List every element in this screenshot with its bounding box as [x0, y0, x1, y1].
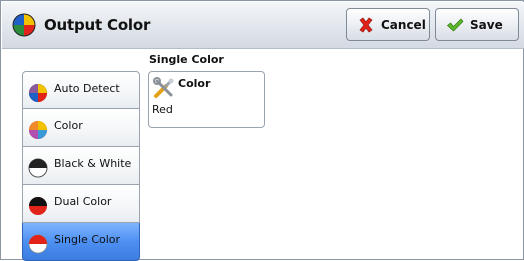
option-black-white[interactable]: Black & White [22, 147, 140, 185]
save-button-label: Save [470, 17, 503, 32]
color-wheel-icon [29, 121, 47, 139]
option-color[interactable]: Color [22, 109, 140, 147]
red-x-icon [359, 17, 373, 32]
color-setting-tile[interactable]: Color Red [148, 71, 265, 128]
option-single-color[interactable]: Single Color [22, 223, 140, 261]
cancel-button[interactable]: Cancel [346, 8, 430, 41]
color-tile-value: Red [152, 103, 173, 116]
green-check-icon [446, 17, 464, 31]
dialog-header: Output Color Cancel Save [2, 2, 524, 49]
dialog-title: Output Color [12, 12, 150, 38]
single-color-section-label: Single Color [149, 53, 224, 66]
auto-detect-icon [29, 84, 47, 102]
color-wheel-icon [12, 13, 36, 37]
page-title: Output Color [44, 16, 151, 34]
save-button[interactable]: Save [435, 8, 519, 41]
dual-color-icon [29, 197, 47, 215]
option-label: Color [54, 119, 83, 132]
cancel-button-label: Cancel [381, 17, 426, 32]
option-label: Dual Color [54, 195, 112, 208]
single-color-icon [28, 234, 48, 254]
tools-icon [153, 77, 174, 98]
output-color-options: Auto Detect Color Black & White Dual Col… [22, 71, 140, 261]
color-tile-label: Color [178, 77, 211, 90]
option-dual-color[interactable]: Dual Color [22, 185, 140, 223]
black-white-icon [28, 158, 48, 178]
option-label: Single Color [54, 233, 121, 246]
option-label: Black & White [54, 157, 132, 170]
option-label: Auto Detect [54, 82, 120, 95]
dialog-frame: Output Color Cancel Save Single Color Co… [0, 0, 524, 261]
option-auto-detect[interactable]: Auto Detect [22, 71, 140, 109]
